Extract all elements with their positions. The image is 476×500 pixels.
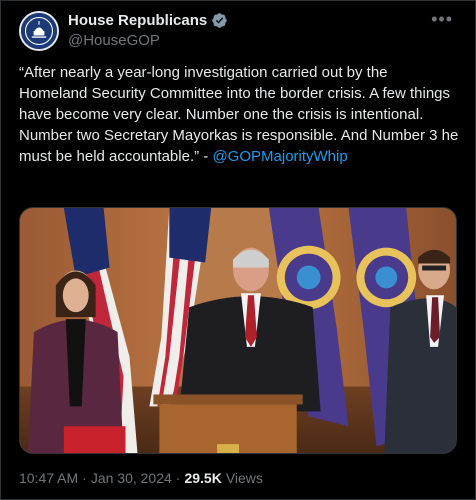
post-time[interactable]: 10:47 AM <box>19 470 78 486</box>
meta-separator: · <box>175 470 181 486</box>
post-text: “After nearly a year-long investigation … <box>19 62 459 167</box>
views-count: 29.5K <box>184 470 222 486</box>
meta-separator: · <box>82 470 87 486</box>
post-card: House Republicans @HouseGOP ••• “After n… <box>0 0 476 500</box>
post-meta: 10:47 AM · Jan 30, 2024 · 29.5K Views <box>19 470 263 486</box>
press-conference-photo <box>20 208 456 453</box>
avatar[interactable] <box>19 11 59 51</box>
post-date[interactable]: Jan 30, 2024 <box>91 470 172 486</box>
more-options-icon[interactable]: ••• <box>431 9 453 30</box>
display-name[interactable]: House Republicans <box>68 12 207 29</box>
verified-badge-icon <box>212 13 227 28</box>
account-handle[interactable]: @HouseGOP <box>68 32 160 49</box>
mention-link[interactable]: @GOPMajorityWhip <box>212 148 347 165</box>
capitol-seal-icon <box>21 13 57 49</box>
post-image[interactable] <box>19 207 457 454</box>
podium <box>153 394 303 453</box>
name-row: House Republicans <box>68 12 228 29</box>
views-label: Views <box>225 470 263 486</box>
